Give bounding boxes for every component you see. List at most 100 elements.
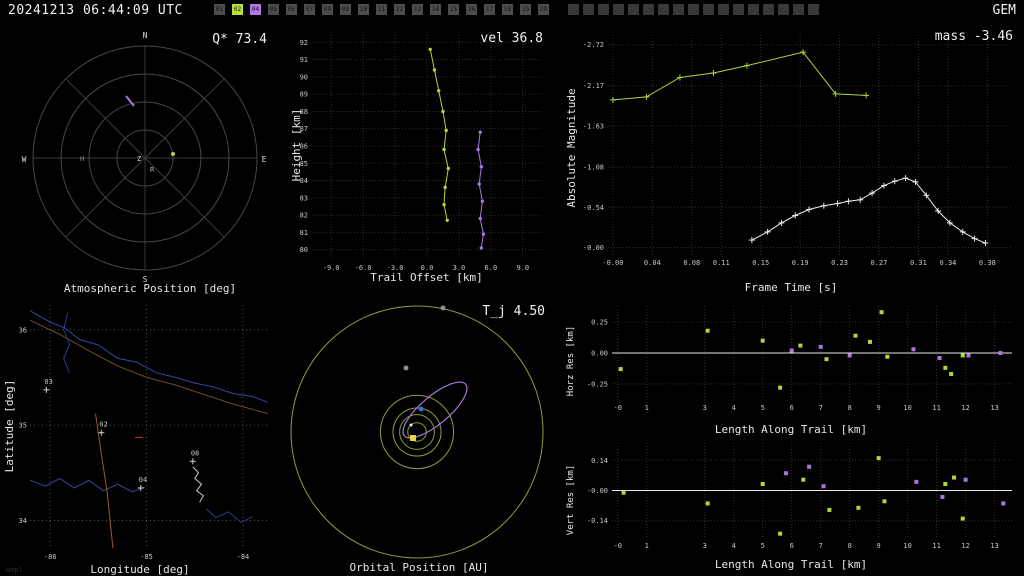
x-tick-label: 0.23 (831, 259, 848, 267)
station-box-empty[interactable] (568, 4, 579, 15)
x-tick-label: 0.08 (683, 259, 700, 267)
x-tick-label: 13 (990, 404, 998, 412)
y-tick-label: 92 (300, 39, 308, 47)
square-marker (824, 357, 829, 362)
square-marker (705, 328, 710, 333)
station-box-empty[interactable] (808, 4, 819, 15)
vert-res-caption: Length Along Trail [km] (714, 558, 868, 571)
model-lightcurve-line (751, 177, 986, 244)
dot-marker (476, 147, 480, 152)
station-box-empty[interactable] (598, 4, 609, 15)
compass-label: E (262, 155, 267, 164)
x-tick-label: 12 (961, 542, 969, 550)
y-tick-label: -0.25 (587, 380, 608, 388)
y-tick-label: -2.17 (583, 82, 604, 90)
lightcurve-panel: -0.00 0.04 0.08 0.11 0.15 0.19 0.23 0.27 0.31 0.3… (558, 20, 1024, 298)
station-box-11[interactable]: 11 (376, 4, 387, 15)
station-box-empty[interactable] (613, 4, 624, 15)
square-marker (807, 464, 812, 469)
station-box-empty[interactable] (748, 4, 759, 15)
station-box-16[interactable]: 16 (466, 4, 477, 15)
station-box-empty[interactable] (673, 4, 684, 15)
river-south (29, 477, 145, 493)
dot-marker (478, 130, 482, 134)
ground-track (95, 413, 114, 549)
meteor-analysis-app: 20241213 06:44:09 UTC 01 02 04 05 06 07 08 09 10… (0, 0, 1024, 576)
square-marker (911, 347, 916, 352)
station-box-19[interactable]: 19 (520, 4, 531, 15)
y-tick-label: 91 (300, 56, 308, 64)
station-box-empty[interactable] (733, 4, 744, 15)
station-box-02[interactable]: 02 (232, 4, 243, 15)
x-tick-label: 8 (848, 404, 852, 412)
meteoroid-marker (409, 423, 413, 427)
x-tick-label: 0.19 (792, 259, 809, 267)
lon-tick-label: -86 (44, 553, 57, 561)
station-box-15[interactable]: 15 (448, 4, 459, 15)
station-box-09[interactable]: 09 (340, 4, 351, 15)
square-marker (952, 475, 957, 480)
dot-marker (480, 199, 485, 203)
square-marker (621, 490, 626, 495)
station-box-14[interactable]: 14 (430, 4, 441, 15)
station-box-empty[interactable] (658, 4, 669, 15)
river-main (29, 310, 269, 403)
y-tick-label: 89 (300, 91, 308, 99)
station-box-17[interactable]: 17 (484, 4, 495, 15)
x-tick-label: 0.38 (979, 259, 996, 267)
x-tick-label: 7 (819, 404, 823, 412)
trail-offset-panel: -9.0 -6.0 -3.0 0.0 3.0 6.0 9.0 80 81 82 83 84 85 86 87… (290, 20, 558, 298)
y-tick-label: 0.25 (591, 319, 608, 327)
square-marker (705, 501, 710, 506)
lon-tick-label: -84 (237, 553, 250, 561)
station-box-05[interactable]: 05 (268, 4, 279, 15)
y-tick-label: -0.00 (583, 244, 604, 252)
x-tick-label: 0.27 (871, 259, 888, 267)
ground-map-plot: -86 -85 -84 36 35 34 03 02 08 04 (19, 305, 269, 561)
x-tick-label: 0.15 (752, 259, 769, 267)
square-marker (963, 477, 968, 482)
station-box-10[interactable]: 10 (358, 4, 369, 15)
station-box-20[interactable]: 20 (538, 4, 549, 15)
station-box-empty[interactable] (643, 4, 654, 15)
station-box-empty[interactable] (718, 4, 729, 15)
station-box-01[interactable]: 01 (214, 4, 225, 15)
x-tick-label: 9 (877, 404, 881, 412)
station-box-12[interactable]: 12 (394, 4, 405, 15)
square-marker (943, 365, 948, 370)
x-tick-label: 12 (961, 404, 969, 412)
station-box-18[interactable]: 18 (502, 4, 513, 15)
trail-caption: Trail Offset [km] (370, 271, 483, 284)
earth-marker (418, 406, 424, 412)
horz-residuals-panel: -0 1 3 4 5 6 7 8 9 10 11 12 13 0.25 0.00 -0.25 Horz Res… (558, 298, 1024, 438)
x-tick-label: 13 (990, 542, 998, 550)
x-tick-label: 9 (877, 542, 881, 550)
station-box-empty[interactable] (763, 4, 774, 15)
horz-res-axis-label: Horz Res [km] (566, 325, 576, 397)
station-box-empty[interactable] (688, 4, 699, 15)
x-tick-label: 5 (761, 404, 765, 412)
station-box-empty[interactable] (583, 4, 594, 15)
square-marker (760, 338, 765, 343)
y-tick-label: 0.00 (591, 350, 608, 358)
station-box-empty[interactable] (793, 4, 804, 15)
x-tick-label: 7 (819, 542, 823, 550)
station-box-13[interactable]: 13 (412, 4, 423, 15)
square-marker (960, 353, 965, 358)
planet-orbit (379, 394, 455, 470)
orbit-plot (290, 305, 544, 559)
station-box-04[interactable]: 04 (250, 4, 261, 15)
station-box-07[interactable]: 07 (304, 4, 315, 15)
station-box-empty[interactable] (778, 4, 789, 15)
square-marker (966, 353, 971, 358)
station-box-08[interactable]: 08 (322, 4, 333, 15)
latitude-axis-label: Latitude [deg] (3, 379, 16, 473)
height-axis-label: Height [km] (290, 108, 303, 182)
node-marker (403, 365, 409, 371)
station-box-empty[interactable] (703, 4, 714, 15)
x-tick-label: 10 (903, 404, 911, 412)
y-tick-label: -0.14 (587, 517, 608, 525)
station-box-empty[interactable] (628, 4, 639, 15)
x-tick-label: 4 (732, 404, 736, 412)
station-box-06[interactable]: 06 (286, 4, 297, 15)
